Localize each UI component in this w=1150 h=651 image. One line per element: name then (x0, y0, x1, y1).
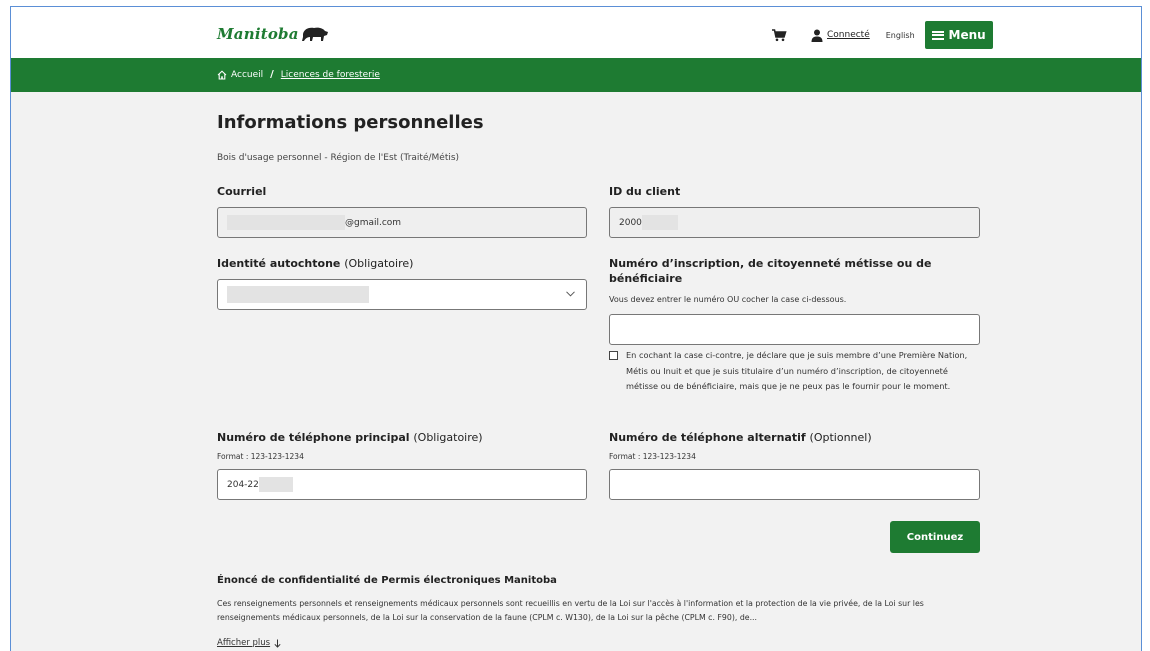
privacy-text: Ces renseignements personnels et renseig… (217, 599, 924, 622)
alternate-phone-label-text: Numéro de téléphone alternatif (609, 431, 806, 444)
indigenous-identity-select[interactable] (217, 279, 587, 310)
hamburger-icon (931, 30, 944, 40)
page-title: Informations personnelles (217, 112, 484, 133)
continue-button[interactable]: Continuez (890, 521, 980, 553)
redacted-value (258, 477, 293, 492)
required-qualifier: (Obligatoire) (344, 257, 414, 270)
menu-label: Menu (948, 28, 986, 42)
client-id-field[interactable]: 2000 (609, 207, 980, 238)
language-toggle[interactable]: English (886, 31, 915, 40)
breadcrumb-current[interactable]: Licences de foresterie (281, 70, 380, 80)
indigenous-identity-label: Identité autochtone (Obligatoire) (217, 256, 413, 271)
arrow-down-icon (274, 639, 281, 648)
home-icon (217, 69, 227, 80)
page-subtitle: Bois d'usage personnel - Région de l'Est… (217, 153, 460, 163)
alternate-phone-format-hint: Format : 123-123-1234 (609, 452, 696, 461)
registration-number-hint: Vous devez entrer le numéro OU cocher la… (609, 295, 847, 304)
required-qualifier: (Obligatoire) (413, 431, 483, 444)
redacted-value (641, 215, 678, 230)
breadcrumb-separator: / (270, 69, 274, 80)
show-more-label: Afficher plus (217, 638, 271, 648)
show-more-link[interactable]: Afficher plus (217, 638, 281, 648)
primary-phone-format-hint: Format : 123-123-1234 (217, 452, 304, 461)
connected-link[interactable]: Connecté (827, 30, 870, 40)
declaration-checkbox-row: En cochant la case ci-contre, je déclare… (609, 348, 979, 395)
logo-text: Manitoba (217, 25, 299, 43)
privacy-title: Énoncé de confidentialité de Permis élec… (217, 575, 557, 586)
primary-phone-label: Numéro de téléphone principal (Obligatoi… (217, 430, 483, 445)
primary-phone-label-text: Numéro de téléphone principal (217, 431, 410, 444)
cart-icon[interactable] (771, 27, 787, 43)
client-id-value-prefix: 2000 (619, 217, 642, 228)
indigenous-identity-label-text: Identité autochtone (217, 257, 341, 270)
email-label: Courriel (217, 185, 267, 198)
primary-phone-value-prefix: 204-22 (227, 479, 259, 490)
site-header: Manitoba Connecté English Menu (11, 7, 1141, 58)
client-id-label: ID du client (609, 185, 681, 198)
email-field[interactable]: @gmail.com (217, 207, 587, 238)
chevron-down-icon (566, 291, 575, 297)
browser-viewport: Manitoba Connecté English Menu Accueil /… (10, 6, 1142, 651)
breadcrumb-home[interactable]: Accueil (231, 70, 263, 80)
email-value-suffix: @gmail.com (345, 217, 402, 228)
breadcrumb: Accueil / Licences de foresterie (11, 58, 1141, 92)
primary-phone-input[interactable]: 204-22 (217, 469, 587, 500)
alternate-phone-input[interactable] (609, 469, 980, 500)
registration-number-input[interactable] (609, 314, 980, 345)
redacted-value (227, 286, 369, 303)
manitoba-logo[interactable]: Manitoba (217, 23, 329, 45)
declaration-text: En cochant la case ci-contre, je déclare… (626, 350, 968, 391)
header-actions: Connecté English Menu (771, 21, 993, 49)
optional-qualifier: (Optionnel) (809, 431, 872, 444)
redacted-value (227, 215, 345, 230)
menu-button[interactable]: Menu (924, 21, 993, 49)
alternate-phone-label: Numéro de téléphone alternatif (Optionne… (609, 430, 872, 445)
registration-number-label: Numéro d’inscription, de citoyenneté mét… (609, 257, 932, 285)
user-icon (811, 29, 823, 42)
declaration-checkbox[interactable] (609, 351, 618, 360)
bison-logo-icon (301, 27, 328, 41)
